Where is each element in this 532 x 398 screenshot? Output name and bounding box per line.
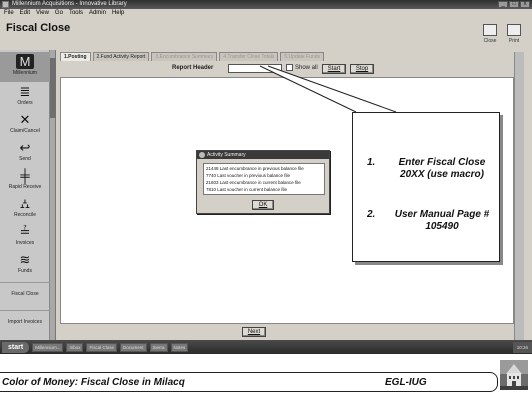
sidebar-item-claim-cancel[interactable]: ✕ Claim/Cancel bbox=[0, 110, 50, 140]
callout-step-text: Enter Fiscal Close 20XX (use macro) bbox=[398, 157, 486, 180]
claim-cancel-icon: ✕ bbox=[19, 112, 31, 127]
sidebar-scrollbar[interactable] bbox=[50, 50, 56, 340]
tab-posting[interactable]: 1.Posting bbox=[60, 52, 91, 61]
menu-admin[interactable]: Admin bbox=[89, 9, 106, 18]
callout-step-1: 1. Enter Fiscal Close 20XX (use macro) bbox=[367, 157, 501, 207]
system-tray-clock: 10:26 bbox=[512, 341, 532, 353]
print-toolbar-label: Print bbox=[508, 38, 520, 44]
library-building-logo bbox=[500, 360, 528, 390]
callout-step-number: 1. bbox=[367, 157, 376, 168]
windows-taskbar: start Millennium... Inbox Fiscal Close D… bbox=[0, 340, 532, 354]
window-title: Millennium Acquisitions - Innovative Lib… bbox=[12, 1, 127, 7]
app-icon bbox=[2, 1, 9, 8]
tab-update-funds: 5.Update Funds bbox=[280, 52, 324, 61]
sidebar-item-millennium[interactable]: M Millennium bbox=[0, 52, 50, 82]
sidebar-item-label: Claim/Cancel bbox=[10, 128, 40, 134]
menu-tools[interactable]: Tools bbox=[69, 9, 83, 18]
minimize-button[interactable]: _ bbox=[498, 1, 508, 8]
sidebar-item-invoices[interactable]: ≟ Invoices bbox=[0, 222, 50, 252]
show-all-label: Show all bbox=[295, 64, 318, 71]
sidebar-item-label: Send bbox=[19, 156, 31, 162]
sidebar-item-label: Funds bbox=[18, 268, 32, 274]
sidebar-item-import-invoices[interactable]: Import Invoices bbox=[0, 310, 50, 334]
bottom-button-row: Next bbox=[60, 324, 514, 340]
taskbar-item[interactable]: Inbox bbox=[66, 342, 84, 352]
sidebar-item-label: Rapid Receive bbox=[8, 184, 42, 190]
taskbar-item[interactable]: Millennium... bbox=[32, 342, 64, 352]
maximize-button[interactable]: □ bbox=[509, 1, 519, 8]
activity-summary-dialog: Activity Summary 21448 Last encumbrance … bbox=[196, 150, 330, 214]
taskbar-item[interactable]: Notes bbox=[170, 342, 189, 352]
summary-line: 21603 Last encumbrance in current balanc… bbox=[206, 180, 301, 185]
page-title: Fiscal Close bbox=[6, 22, 71, 34]
menu-file[interactable]: File bbox=[4, 9, 14, 18]
sidebar-scroll-thumb[interactable] bbox=[50, 58, 56, 118]
sidebar-item-label: Invoices bbox=[15, 240, 35, 246]
print-toolbar-button[interactable]: Print bbox=[504, 24, 524, 50]
printer-icon bbox=[507, 24, 521, 36]
main-scrollbar[interactable] bbox=[514, 52, 524, 340]
function-sidebar: M Millennium ≣ Orders ✕ Claim/Cancel ↩ S… bbox=[0, 50, 50, 340]
menu-view[interactable]: View bbox=[36, 9, 49, 18]
sidebar-item-funds[interactable]: ≋ Funds bbox=[0, 250, 50, 280]
tab-transfer-close-totals: 4.Transfer Close Totals bbox=[219, 52, 279, 61]
taskbar-item[interactable]: Document bbox=[119, 342, 147, 352]
reconcile-icon: ⛼ bbox=[19, 196, 31, 211]
dialog-message: 21448 Last encumbrance in previous balan… bbox=[203, 163, 325, 195]
fiscal-close-tabs: 1.Posting 2.Fund Activity Report 3.Encum… bbox=[60, 52, 324, 61]
taskbar-item[interactable]: Sierra bbox=[149, 342, 168, 352]
orders-icon: ≣ bbox=[19, 84, 31, 99]
menu-help[interactable]: Help bbox=[112, 9, 124, 18]
report-header-row: Report Header Show all Start Stop bbox=[60, 63, 514, 77]
close-toolbar-button[interactable]: Close bbox=[480, 24, 500, 50]
sidebar-item-label: Reconcile bbox=[14, 212, 36, 218]
summary-line: 7740 Last voucher in previous balance fi… bbox=[206, 173, 291, 178]
show-all-option[interactable]: Show all bbox=[286, 64, 318, 71]
sidebar-item-label: Import Invoices bbox=[8, 319, 42, 325]
show-all-checkbox[interactable] bbox=[286, 64, 293, 71]
sidebar-item-fiscal-close[interactable]: Fiscal Close bbox=[0, 282, 50, 306]
summary-line: 21448 Last encumbrance in previous balan… bbox=[206, 166, 304, 171]
tab-encumbrance-summary: 3.Encumbrance Summary bbox=[151, 52, 218, 61]
summary-line: 7810 Last voucher in current balance fil… bbox=[206, 187, 288, 192]
footer-title: Color of Money: Fiscal Close in Milacq bbox=[2, 377, 185, 388]
close-door-icon bbox=[483, 24, 497, 36]
next-button[interactable]: Next bbox=[242, 327, 266, 337]
sidebar-item-label: Millennium bbox=[13, 70, 37, 76]
sidebar-item-orders[interactable]: ≣ Orders bbox=[0, 82, 50, 112]
stop-button[interactable]: Stop bbox=[350, 64, 374, 74]
start-button-taskbar[interactable]: start bbox=[2, 341, 30, 353]
close-window-button[interactable]: x bbox=[520, 1, 530, 8]
rapid-receive-icon: ╪ bbox=[20, 168, 30, 183]
menu-bar: File Edit View Go Tools Admin Help bbox=[0, 9, 532, 18]
dialog-titlebar: Activity Summary bbox=[197, 151, 329, 159]
sidebar-item-label: Orders bbox=[17, 100, 33, 106]
sidebar-item-rapid-receive[interactable]: ╪ Rapid Receive bbox=[0, 166, 50, 196]
taskbar-item[interactable]: Fiscal Close bbox=[86, 342, 117, 352]
menu-go[interactable]: Go bbox=[55, 9, 63, 18]
menu-edit[interactable]: Edit bbox=[20, 9, 30, 18]
callout-step-text: User Manual Page # 105490 bbox=[394, 209, 490, 232]
tab-fund-activity-report[interactable]: 2.Fund Activity Report bbox=[92, 52, 150, 61]
start-button[interactable]: Start bbox=[322, 64, 346, 74]
callout-box: 1. Enter Fiscal Close 20XX (use macro) 2… bbox=[352, 112, 500, 262]
slide-footer: Color of Money: Fiscal Close in Milacq E… bbox=[0, 372, 498, 392]
window-titlebar: Millennium Acquisitions - Innovative Lib… bbox=[0, 0, 532, 9]
funds-icon: ≋ bbox=[19, 252, 31, 267]
close-toolbar-label: Close bbox=[483, 38, 497, 44]
sidebar-item-reconcile[interactable]: ⛼ Reconcile bbox=[0, 194, 50, 224]
millennium-m-icon: M bbox=[16, 54, 34, 69]
sidebar-item-label: Fiscal Close bbox=[11, 291, 39, 297]
dialog-title: Activity Summary bbox=[207, 152, 246, 158]
sidebar-item-send[interactable]: ↩ Send bbox=[0, 138, 50, 168]
ok-button[interactable]: OK bbox=[252, 200, 274, 210]
dialog-icon bbox=[199, 152, 205, 158]
report-header-label: Report Header bbox=[172, 65, 214, 71]
footer-org: EGL-IUG bbox=[385, 377, 427, 388]
invoices-icon: ≟ bbox=[19, 224, 31, 239]
callout-step-2: 2. User Manual Page # 105490 bbox=[367, 209, 501, 239]
send-arrow-icon: ↩ bbox=[19, 140, 31, 155]
callout-step-number: 2. bbox=[367, 209, 376, 220]
report-header-input[interactable] bbox=[228, 64, 282, 73]
